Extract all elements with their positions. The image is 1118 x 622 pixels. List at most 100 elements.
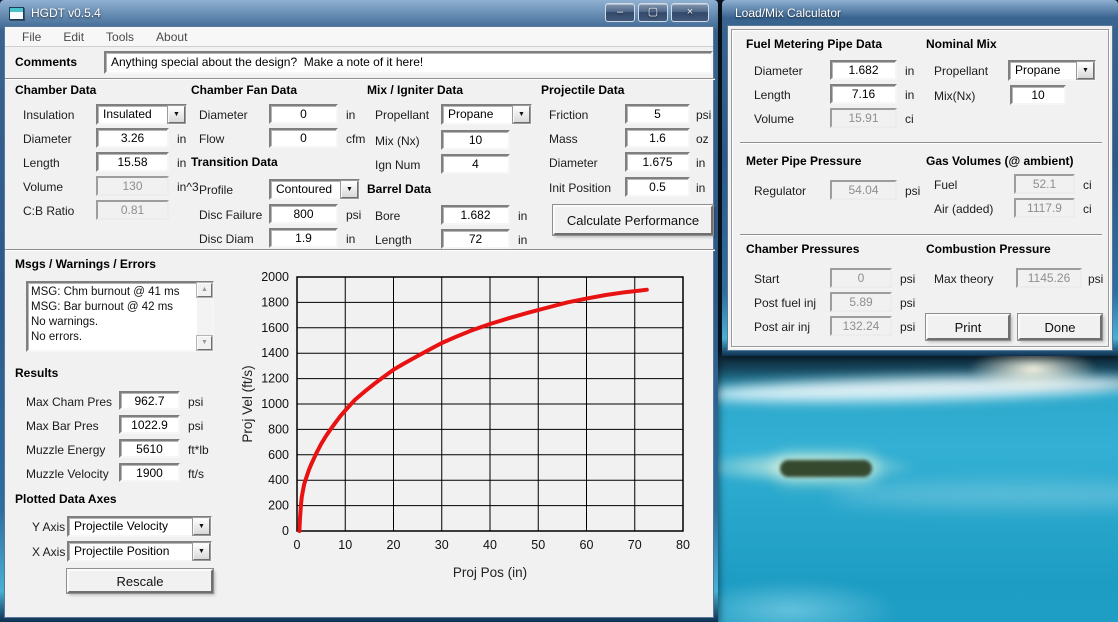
unit-label: in^3 (177, 180, 199, 194)
chamber-length-input[interactable]: 15.58 (96, 152, 169, 172)
bore-input[interactable]: 1.682 (441, 205, 510, 225)
max-bar-pres-label: Max Bar Pres (26, 419, 99, 433)
svg-text:80: 80 (676, 538, 690, 552)
x-axis-dropdown[interactable]: Projectile Position ▼ (67, 541, 212, 562)
chamber-length-label: Length (23, 156, 60, 170)
max-bar-pres-field: 1022.9 (119, 415, 180, 434)
fan-flow-input[interactable]: 0 (269, 128, 338, 148)
y-axis-dropdown[interactable]: Projectile Velocity ▼ (67, 516, 212, 537)
fan-data-title: Chamber Fan Data (191, 83, 297, 97)
comments-label: Comments (15, 55, 77, 69)
message-line: No errors. (31, 330, 195, 345)
scroll-up-icon[interactable]: ▲ (197, 283, 212, 297)
muzzle-energy-label: Muzzle Energy (26, 443, 105, 457)
unit-label: in (905, 88, 914, 102)
profile-dropdown[interactable]: Contoured ▼ (269, 179, 360, 200)
hgdt-titlebar[interactable]: HGDT v0.5.4 – ▢ × (0, 0, 718, 26)
window-title: Load/Mix Calculator (735, 6, 841, 20)
messages-scrollbar[interactable]: ▲ ▼ (197, 283, 212, 350)
svg-text:1400: 1400 (261, 346, 289, 360)
minimize-button[interactable]: – (605, 3, 635, 22)
pool-floating-object (780, 460, 872, 477)
svg-text:Proj Vel (ft/s): Proj Vel (ft/s) (240, 365, 255, 442)
barrel-length-input[interactable]: 72 (441, 229, 510, 249)
svg-text:800: 800 (268, 422, 289, 436)
mass-label: Mass (549, 132, 578, 146)
messages-listbox[interactable]: MSG: Chm burnout @ 41 ms MSG: Bar burnou… (26, 281, 214, 352)
bore-label: Bore (375, 209, 400, 223)
menu-about[interactable]: About (145, 30, 198, 44)
scroll-down-icon[interactable]: ▼ (197, 336, 212, 350)
pool-light-glow (968, 352, 1098, 392)
loadmix-titlebar[interactable]: Load/Mix Calculator (722, 0, 1118, 26)
calc-mix-nx-input[interactable]: 10 (1010, 85, 1066, 105)
unit-label: ci (1083, 178, 1092, 192)
unit-label: in (346, 108, 355, 122)
unit-label: psi (188, 395, 203, 409)
message-line: MSG: Chm burnout @ 41 ms (31, 285, 195, 300)
chevron-down-icon[interactable]: ▼ (341, 181, 358, 198)
divider (740, 234, 1102, 236)
transition-data-title: Transition Data (191, 155, 278, 169)
divider (740, 142, 1102, 144)
proj-diameter-input[interactable]: 1.675 (625, 152, 690, 172)
chamber-diameter-label: Diameter (23, 132, 72, 146)
disc-failure-input[interactable]: 800 (269, 204, 338, 224)
messages-title: Msgs / Warnings / Errors (15, 257, 156, 271)
post-fuel-field: 5.89 (830, 292, 892, 312)
cb-ratio-label: C:B Ratio (23, 204, 74, 218)
mass-input[interactable]: 1.6 (625, 128, 690, 148)
svg-text:40: 40 (483, 538, 497, 552)
message-line: MSG: Bar burnout @ 42 ms (31, 300, 195, 315)
comments-input[interactable]: Anything special about the design? Make … (104, 51, 713, 74)
done-button[interactable]: Done (1018, 314, 1102, 340)
menu-edit[interactable]: Edit (52, 30, 95, 44)
chevron-down-icon[interactable]: ▼ (168, 106, 185, 123)
chevron-down-icon[interactable]: ▼ (513, 106, 530, 123)
rescale-button[interactable]: Rescale (67, 569, 213, 593)
propellant-dropdown[interactable]: Propane ▼ (441, 104, 532, 125)
unit-label: ft*lb (188, 443, 209, 457)
chamber-diameter-input[interactable]: 3.26 (96, 128, 169, 148)
friction-label: Friction (549, 108, 588, 122)
init-position-input[interactable]: 0.5 (625, 177, 690, 197)
unit-label: psi (905, 184, 920, 198)
maximize-button[interactable]: ▢ (638, 3, 668, 22)
gas-volumes-title: Gas Volumes (@ ambient) (926, 154, 1074, 168)
svg-text:60: 60 (580, 538, 594, 552)
regulator-label: Regulator (754, 184, 806, 198)
disc-diam-input[interactable]: 1.9 (269, 228, 338, 248)
nominal-mix-title: Nominal Mix (926, 37, 997, 51)
menu-file[interactable]: File (11, 30, 52, 44)
pipe-volume-label: Volume (754, 112, 794, 126)
unit-label: psi (346, 208, 361, 222)
print-button[interactable]: Print (926, 314, 1010, 340)
pipe-volume-field: 15.91 (830, 108, 897, 128)
unit-label: ft/s (188, 467, 204, 481)
fuel-pipe-title: Fuel Metering Pipe Data (746, 37, 882, 51)
unit-label: in (518, 233, 527, 247)
pipe-length-input[interactable]: 7.16 (830, 84, 897, 104)
pipe-diameter-input[interactable]: 1.682 (830, 60, 897, 80)
svg-text:400: 400 (268, 473, 289, 487)
friction-input[interactable]: 5 (625, 104, 690, 124)
calculate-performance-button[interactable]: Calculate Performance (553, 205, 713, 235)
ign-num-input[interactable]: 4 (441, 154, 510, 174)
unit-label: psi (188, 419, 203, 433)
unit-label: in (518, 209, 527, 223)
chevron-down-icon[interactable]: ▼ (1077, 62, 1094, 79)
menu-tools[interactable]: Tools (95, 30, 145, 44)
chevron-down-icon[interactable]: ▼ (193, 543, 210, 560)
chevron-down-icon[interactable]: ▼ (193, 518, 210, 535)
insulation-label: Insulation (23, 108, 74, 122)
fan-diameter-input[interactable]: 0 (269, 104, 338, 124)
x-axis-label: X Axis (32, 545, 65, 559)
gas-fuel-field: 52.1 (1014, 174, 1075, 194)
close-button[interactable]: × (671, 3, 709, 22)
proj-diameter-label: Diameter (549, 156, 598, 170)
message-line: No warnings. (31, 315, 195, 330)
calc-propellant-dropdown[interactable]: Propane ▼ (1008, 60, 1096, 81)
max-theory-label: Max theory (934, 272, 993, 286)
insulation-dropdown[interactable]: Insulated ▼ (96, 104, 187, 125)
mix-nx-input[interactable]: 10 (441, 130, 510, 150)
